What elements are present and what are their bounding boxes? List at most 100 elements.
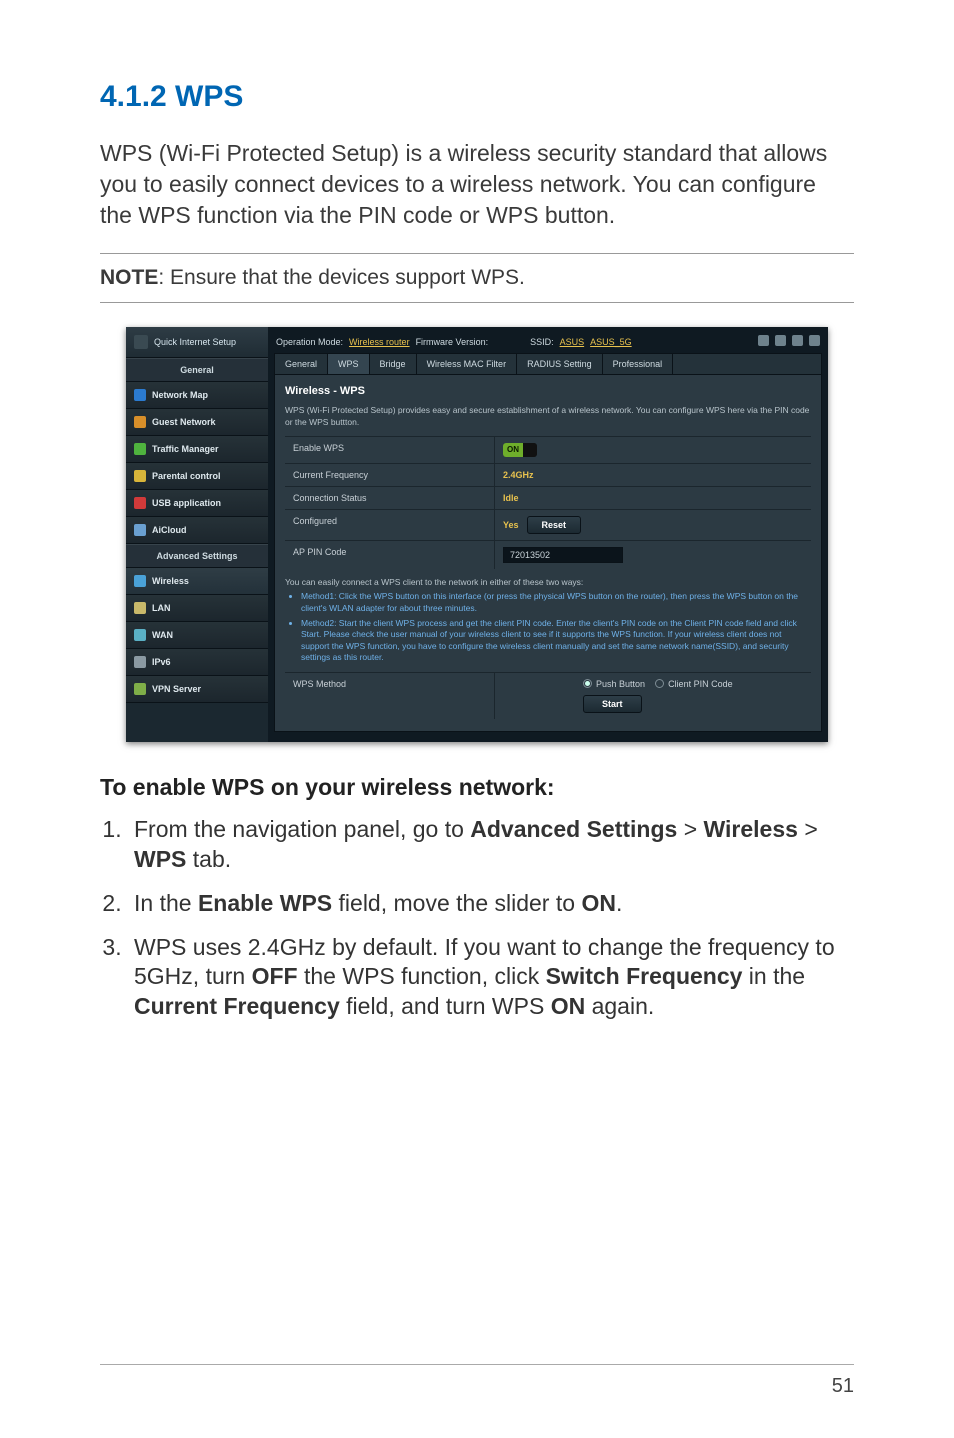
configured-value: Yes (503, 520, 519, 530)
sidebar-item-vpn-server[interactable]: VPN Server (126, 676, 268, 703)
row-enable-wps: Enable WPS ON (285, 436, 811, 463)
opmode-link[interactable]: Wireless router (349, 337, 410, 347)
tab-general[interactable]: General (275, 354, 328, 374)
quick-internet-setup[interactable]: Quick Internet Setup (126, 327, 268, 358)
tab-radius[interactable]: RADIUS Setting (517, 354, 603, 374)
radio-client-pin[interactable] (655, 679, 664, 688)
start-button[interactable]: Start (583, 695, 642, 713)
panel-description: WPS (Wi-Fi Protected Setup) provides eas… (285, 405, 811, 428)
operation-bar: Operation Mode: Wireless router Firmware… (274, 333, 822, 353)
divider (100, 253, 854, 254)
current-frequency-label: Current Frequency (285, 464, 495, 486)
step-text: tab. (186, 846, 231, 872)
step-text: In the (134, 890, 198, 916)
step-bold: WPS (134, 846, 186, 872)
tab-wps[interactable]: WPS (328, 354, 370, 374)
row-connection-status: Connection Status Idle (285, 486, 811, 509)
panel-title: Wireless - WPS (285, 383, 811, 405)
note-label: NOTE (100, 266, 158, 289)
sidebar-item-guest-network[interactable]: Guest Network (126, 409, 268, 436)
radio-pin-label: Client PIN Code (668, 679, 733, 689)
sidebar-item-label: IPv6 (152, 657, 171, 667)
ssid-1[interactable]: ASUS (560, 337, 585, 347)
sidebar-item-label: Network Map (152, 390, 208, 400)
sidebar-item-label: AiCloud (152, 525, 187, 535)
radio-push-button[interactable] (583, 679, 592, 688)
sidebar-item-traffic-manager[interactable]: Traffic Manager (126, 436, 268, 463)
enable-wps-label: Enable WPS (285, 437, 495, 463)
connection-status-value: Idle (503, 493, 519, 503)
enable-wps-toggle[interactable]: ON (503, 443, 537, 457)
toggle-on-label: ON (503, 443, 523, 457)
current-frequency-value: 2.4GHz (503, 470, 534, 480)
step-1: From the navigation panel, go to Advance… (128, 815, 854, 875)
step-text: > (677, 816, 703, 842)
qis-label: Quick Internet Setup (154, 337, 236, 347)
sidebar-item-usb-application[interactable]: USB application (126, 490, 268, 517)
main-panel: Operation Mode: Wireless router Firmware… (268, 327, 828, 742)
sidebar-item-lan[interactable]: LAN (126, 595, 268, 622)
opmode-label: Operation Mode: (276, 337, 343, 347)
sidebar-item-label: WAN (152, 630, 173, 640)
step-text: again. (585, 993, 654, 1019)
copy-icon[interactable] (775, 335, 786, 346)
two-ways-text: You can easily connect a WPS client to t… (285, 569, 811, 664)
divider (100, 302, 854, 303)
radio-push-label: Push Button (596, 679, 645, 689)
row-configured: Configured Yes Reset (285, 509, 811, 540)
ssid-2[interactable]: ASUS_5G (590, 337, 632, 347)
howto-heading: To enable WPS on your wireless network: (100, 774, 854, 801)
row-ap-pin: AP PIN Code 72013502 (285, 540, 811, 569)
tab-professional[interactable]: Professional (603, 354, 674, 374)
power-icon[interactable] (809, 335, 820, 346)
toggle-knob (523, 443, 537, 457)
lan-icon (134, 602, 146, 614)
sidebar-item-label: Traffic Manager (152, 444, 219, 454)
cloud-icon (134, 524, 146, 536)
sidebar-item-wan[interactable]: WAN (126, 622, 268, 649)
step-bold: Switch Frequency (546, 963, 743, 989)
step-3: WPS uses 2.4GHz by default. If you want … (128, 933, 854, 1023)
sidebar-item-aicloud[interactable]: AiCloud (126, 517, 268, 544)
opbar-icons (758, 335, 820, 346)
method1-text: Method1: Click the WPS button on this in… (301, 591, 811, 614)
page-number: 51 (832, 1375, 854, 1397)
sidebar-item-label: Guest Network (152, 417, 216, 427)
section-heading: 4.1.2 WPS (100, 80, 854, 114)
ap-pin-value: 72013502 (503, 547, 623, 563)
note-line: NOTE: Ensure that the devices support WP… (100, 266, 854, 290)
sidebar-item-ipv6[interactable]: IPv6 (126, 649, 268, 676)
wan-icon (134, 629, 146, 641)
step-text: in the (742, 963, 805, 989)
fw-label: Firmware Version: (416, 337, 489, 347)
tab-bridge[interactable]: Bridge (370, 354, 417, 374)
parental-icon (134, 470, 146, 482)
sidebar-item-network-map[interactable]: Network Map (126, 382, 268, 409)
step-text: > (798, 816, 818, 842)
step-bold: Current Frequency (134, 993, 340, 1019)
connection-status-label: Connection Status (285, 487, 495, 509)
tab-mac-filter[interactable]: Wireless MAC Filter (417, 354, 518, 374)
row-current-frequency: Current Frequency 2.4GHz (285, 463, 811, 486)
step-2: In the Enable WPS field, move the slider… (128, 889, 854, 919)
wifi-icon (134, 575, 146, 587)
signal-icon[interactable] (792, 335, 803, 346)
ipv6-icon (134, 656, 146, 668)
step-bold: OFF (252, 963, 298, 989)
user-icon[interactable] (758, 335, 769, 346)
section-intro: WPS (Wi-Fi Protected Setup) is a wireles… (100, 138, 854, 231)
ap-pin-label: AP PIN Code (285, 541, 495, 569)
step-text: field, and turn WPS (340, 993, 551, 1019)
usb-icon (134, 497, 146, 509)
step-text: field, move the slider to (332, 890, 581, 916)
sidebar-item-parental-control[interactable]: Parental control (126, 463, 268, 490)
reset-button[interactable]: Reset (527, 516, 582, 534)
wps-panel: Wireless - WPS WPS (Wi-Fi Protected Setu… (274, 375, 822, 732)
sidebar-item-label: LAN (152, 603, 171, 613)
sidebar-group-advanced: Advanced Settings (126, 544, 268, 568)
sidebar-item-label: USB application (152, 498, 221, 508)
step-bold: Enable WPS (198, 890, 332, 916)
method2-text: Method2: Start the client WPS process an… (301, 618, 811, 664)
sidebar-item-wireless[interactable]: Wireless (126, 568, 268, 595)
step-bold: Advanced Settings (470, 816, 677, 842)
